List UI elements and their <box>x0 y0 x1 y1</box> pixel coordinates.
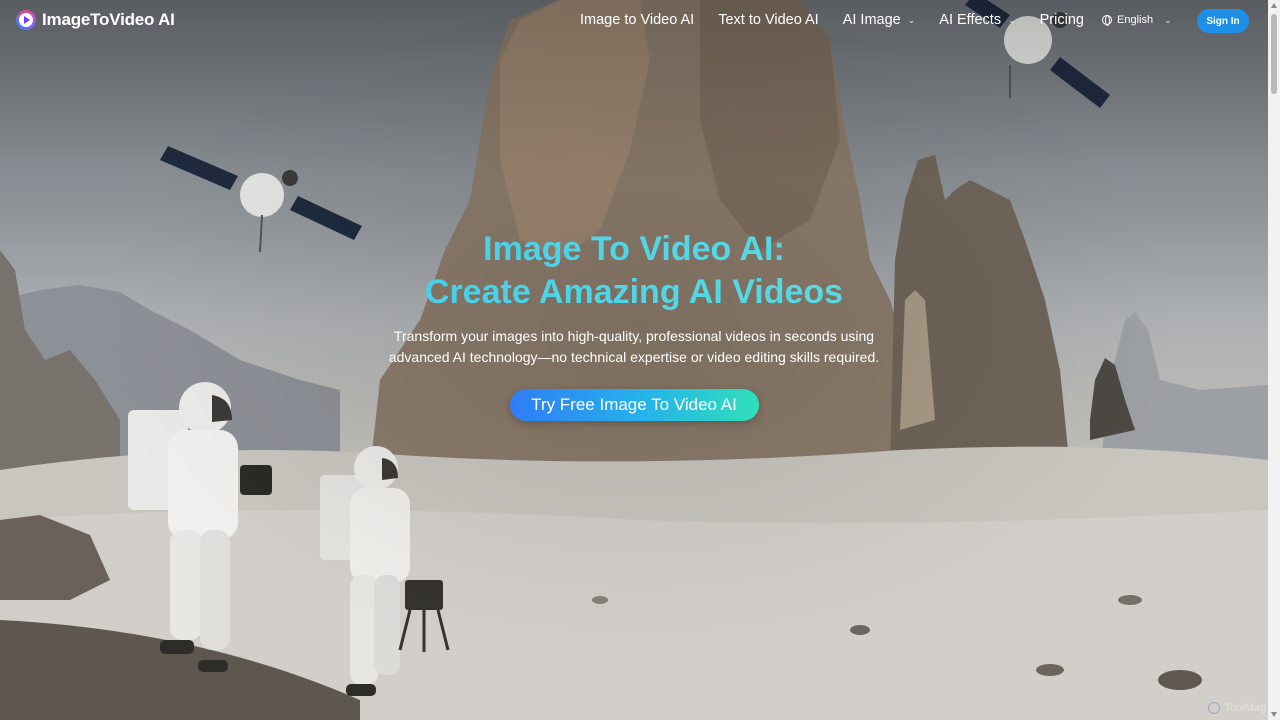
chevron-down-icon: ⌄ <box>907 14 916 25</box>
scroll-thumb[interactable] <box>1271 14 1277 94</box>
nav-item-text-to-video[interactable]: Text to Video AI <box>718 12 819 28</box>
nav-item-image-to-video[interactable]: Image to Video AI <box>580 12 694 28</box>
nav-item-label: Pricing <box>1039 12 1084 28</box>
nav-item-label: AI Effects <box>939 12 1002 28</box>
play-circle-icon <box>16 10 36 30</box>
hero-title-line-1: Image To Video AI: <box>483 230 785 268</box>
hero-section: Image To Video AI: Create Amazing AI Vid… <box>0 228 1268 421</box>
chevron-down-icon: ⌄ <box>1008 14 1016 25</box>
chevron-down-icon: ⌄ <box>1164 14 1172 25</box>
scroll-down-icon[interactable] <box>1271 712 1277 717</box>
vertical-scrollbar[interactable] <box>1268 0 1280 720</box>
top-navbar: ImageToVideo AI Image to Video AI Text t… <box>0 0 1268 44</box>
nav-item-pricing[interactable]: Pricing <box>1040 12 1084 28</box>
brand[interactable]: ImageToVideo AI <box>16 10 175 30</box>
nav-item-label: Image to Video AI <box>580 12 695 28</box>
language-selector[interactable]: English ⌄ <box>1102 14 1172 26</box>
nav-item-label: AI Image <box>842 12 901 28</box>
globe-icon <box>1102 15 1112 26</box>
hero-subtitle: Transform your images into high-quality,… <box>388 328 880 365</box>
hero-title-line-2: Create Amazing AI Videos <box>424 273 844 311</box>
sign-in-button[interactable]: Sign In <box>1197 9 1249 33</box>
try-free-button[interactable]: Try Free Image To Video AI <box>509 389 759 421</box>
brand-name: ImageToVideo AI <box>42 10 175 29</box>
nav-item-ai-effects[interactable]: AI Effects ⌄ <box>939 12 1015 28</box>
watermark-icon <box>1208 702 1221 714</box>
watermark: ToolMag <box>1208 702 1266 714</box>
nav-item-ai-image[interactable]: AI Image ⌄ <box>843 12 916 28</box>
scroll-up-icon[interactable] <box>1271 3 1277 8</box>
language-label: English <box>1117 14 1154 26</box>
nav-item-label: Text to Video AI <box>718 12 819 28</box>
hero-title: Image To Video AI: Create Amazing AI Vid… <box>0 228 1268 314</box>
nav-links: Image to Video AI Text to Video AI AI Im… <box>580 12 1084 28</box>
watermark-text: ToolMag <box>1224 702 1266 714</box>
